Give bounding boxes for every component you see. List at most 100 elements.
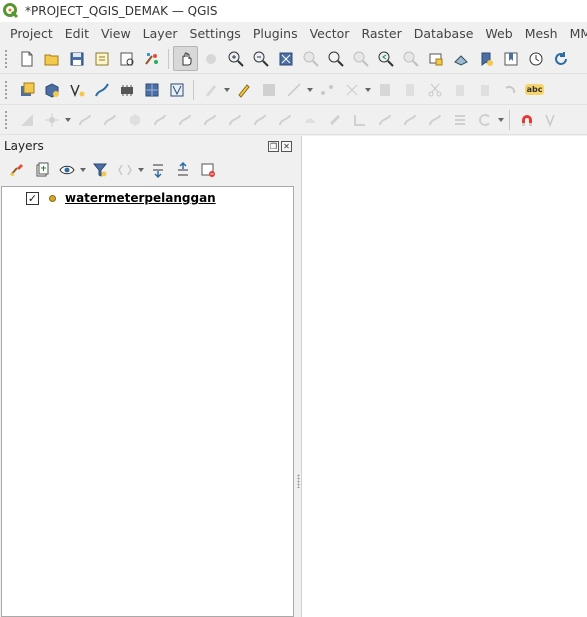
vertex-tool-icon[interactable]	[314, 77, 339, 102]
menu-plugins[interactable]: Plugins	[247, 26, 304, 41]
layer-visibility-checkbox[interactable]: ✓	[26, 191, 39, 205]
manage-visibility-icon[interactable]	[54, 158, 79, 183]
toolbar-grip[interactable]	[4, 109, 8, 130]
fill-ring-icon[interactable]	[222, 107, 247, 132]
simplify-icon[interactable]	[147, 107, 172, 132]
digitize-dropdown[interactable]	[306, 77, 314, 102]
reverse-line-icon[interactable]	[347, 107, 372, 132]
filter-legend-icon[interactable]	[87, 158, 112, 183]
merge-attributes-icon[interactable]	[447, 107, 472, 132]
data-source-manager-icon[interactable]	[14, 77, 39, 102]
paste-features-icon[interactable]	[447, 77, 472, 102]
zoom-next-icon[interactable]	[398, 46, 423, 71]
manage-visibility-dropdown[interactable]	[79, 158, 87, 183]
layer-name[interactable]: watermeterpelanggan	[65, 191, 216, 205]
expand-all-icon[interactable]	[145, 158, 170, 183]
merge-features-icon[interactable]	[422, 107, 447, 132]
zoom-out-icon[interactable]	[248, 46, 273, 71]
delete-part-icon[interactable]	[272, 107, 297, 132]
layer-row[interactable]: ✓ watermeterpelanggan	[2, 188, 293, 208]
offset-curve-icon[interactable]	[322, 107, 347, 132]
move-feature-icon[interactable]	[97, 107, 122, 132]
open-layer-styling-icon[interactable]	[4, 158, 29, 183]
collapse-all-icon[interactable]	[170, 158, 195, 183]
zoom-full-icon[interactable]	[273, 46, 298, 71]
zoom-to-selection-icon[interactable]	[298, 46, 323, 71]
digitize-curve-icon[interactable]	[14, 107, 39, 132]
map-canvas[interactable]	[301, 136, 587, 617]
save-project-icon[interactable]	[64, 46, 89, 71]
refresh-icon[interactable]	[548, 46, 573, 71]
remove-layer-icon[interactable]	[195, 158, 220, 183]
split-features-icon[interactable]	[372, 107, 397, 132]
digitize-line-icon[interactable]	[89, 77, 114, 102]
toolbar-grip[interactable]	[4, 79, 8, 100]
new-3d-view-icon[interactable]	[448, 46, 473, 71]
toggle-editing-icon[interactable]	[231, 77, 256, 102]
temporal-controller-icon[interactable]	[523, 46, 548, 71]
new-virtual-layer-icon[interactable]	[114, 77, 139, 102]
filter-by-expression-icon[interactable]	[112, 158, 137, 183]
menu-raster[interactable]: Raster	[355, 26, 407, 41]
split-parts-icon[interactable]	[397, 107, 422, 132]
save-edits-icon[interactable]	[256, 77, 281, 102]
rotate-symbols-dropdown[interactable]	[497, 107, 505, 132]
splitter-grip[interactable]	[297, 474, 300, 488]
magnet-icon[interactable]	[514, 107, 539, 132]
current-edits-dropdown[interactable]	[223, 77, 231, 102]
rotate-symbols-icon[interactable]	[472, 107, 497, 132]
current-edits-icon[interactable]	[198, 77, 223, 102]
label-icon[interactable]: abc	[522, 77, 547, 102]
rotate-feature-icon[interactable]	[122, 107, 147, 132]
menu-vector[interactable]: Vector	[304, 26, 356, 41]
menu-mmqgis[interactable]: MMQGIS	[564, 26, 587, 41]
layer-tree[interactable]: ✓ watermeterpelanggan	[1, 186, 294, 617]
delete-selected-icon[interactable]	[372, 77, 397, 102]
new-bookmark-icon[interactable]	[473, 46, 498, 71]
pan-icon[interactable]	[173, 46, 198, 71]
close-panel-icon[interactable]: ✕	[281, 140, 292, 152]
new-print-layout-icon[interactable]	[89, 46, 114, 71]
add-vector-icon[interactable]	[164, 77, 189, 102]
menu-view[interactable]: View	[95, 26, 137, 41]
menu-settings[interactable]: Settings	[184, 26, 247, 41]
tracing-icon[interactable]	[72, 107, 97, 132]
delete-ring-icon[interactable]	[247, 107, 272, 132]
toolbar-grip[interactable]	[4, 48, 8, 69]
add-part-icon[interactable]	[197, 107, 222, 132]
new-map-view-icon[interactable]	[423, 46, 448, 71]
open-project-icon[interactable]	[39, 46, 64, 71]
add-raster-icon[interactable]	[139, 77, 164, 102]
zoom-native-icon[interactable]	[348, 46, 373, 71]
reshape-icon[interactable]	[297, 107, 322, 132]
new-project-icon[interactable]	[14, 46, 39, 71]
show-bookmarks-icon[interactable]	[498, 46, 523, 71]
vertex-editor-icon[interactable]	[539, 107, 564, 132]
menu-project[interactable]: Project	[4, 26, 59, 41]
modify-attributes-dropdown[interactable]	[364, 77, 372, 102]
undo-icon[interactable]	[472, 77, 497, 102]
zoom-in-icon[interactable]	[223, 46, 248, 71]
digitize-icon[interactable]	[281, 77, 306, 102]
menu-mesh[interactable]: Mesh	[519, 26, 564, 41]
snapping-icon[interactable]	[39, 107, 64, 132]
cut-features-icon[interactable]	[397, 77, 422, 102]
menu-database[interactable]: Database	[408, 26, 480, 41]
redo-icon[interactable]	[497, 77, 522, 102]
zoom-to-layer-icon[interactable]	[323, 46, 348, 71]
menu-edit[interactable]: Edit	[59, 26, 95, 41]
copy-features-icon[interactable]	[422, 77, 447, 102]
zoom-last-icon[interactable]	[373, 46, 398, 71]
layout-manager-icon[interactable]	[114, 46, 139, 71]
new-geopackage-layer-icon[interactable]	[39, 77, 64, 102]
menu-layer[interactable]: Layer	[137, 26, 184, 41]
style-manager-icon[interactable]	[139, 46, 164, 71]
float-panel-icon[interactable]: ❐	[268, 140, 279, 152]
modify-attributes-icon[interactable]	[339, 77, 364, 102]
new-shapefile-layer-icon[interactable]	[64, 77, 89, 102]
add-group-icon[interactable]	[29, 158, 54, 183]
menu-web[interactable]: Web	[479, 26, 518, 41]
add-ring-icon[interactable]	[172, 107, 197, 132]
pan-to-selection-icon[interactable]	[198, 46, 223, 71]
filter-expression-dropdown[interactable]	[137, 158, 145, 183]
